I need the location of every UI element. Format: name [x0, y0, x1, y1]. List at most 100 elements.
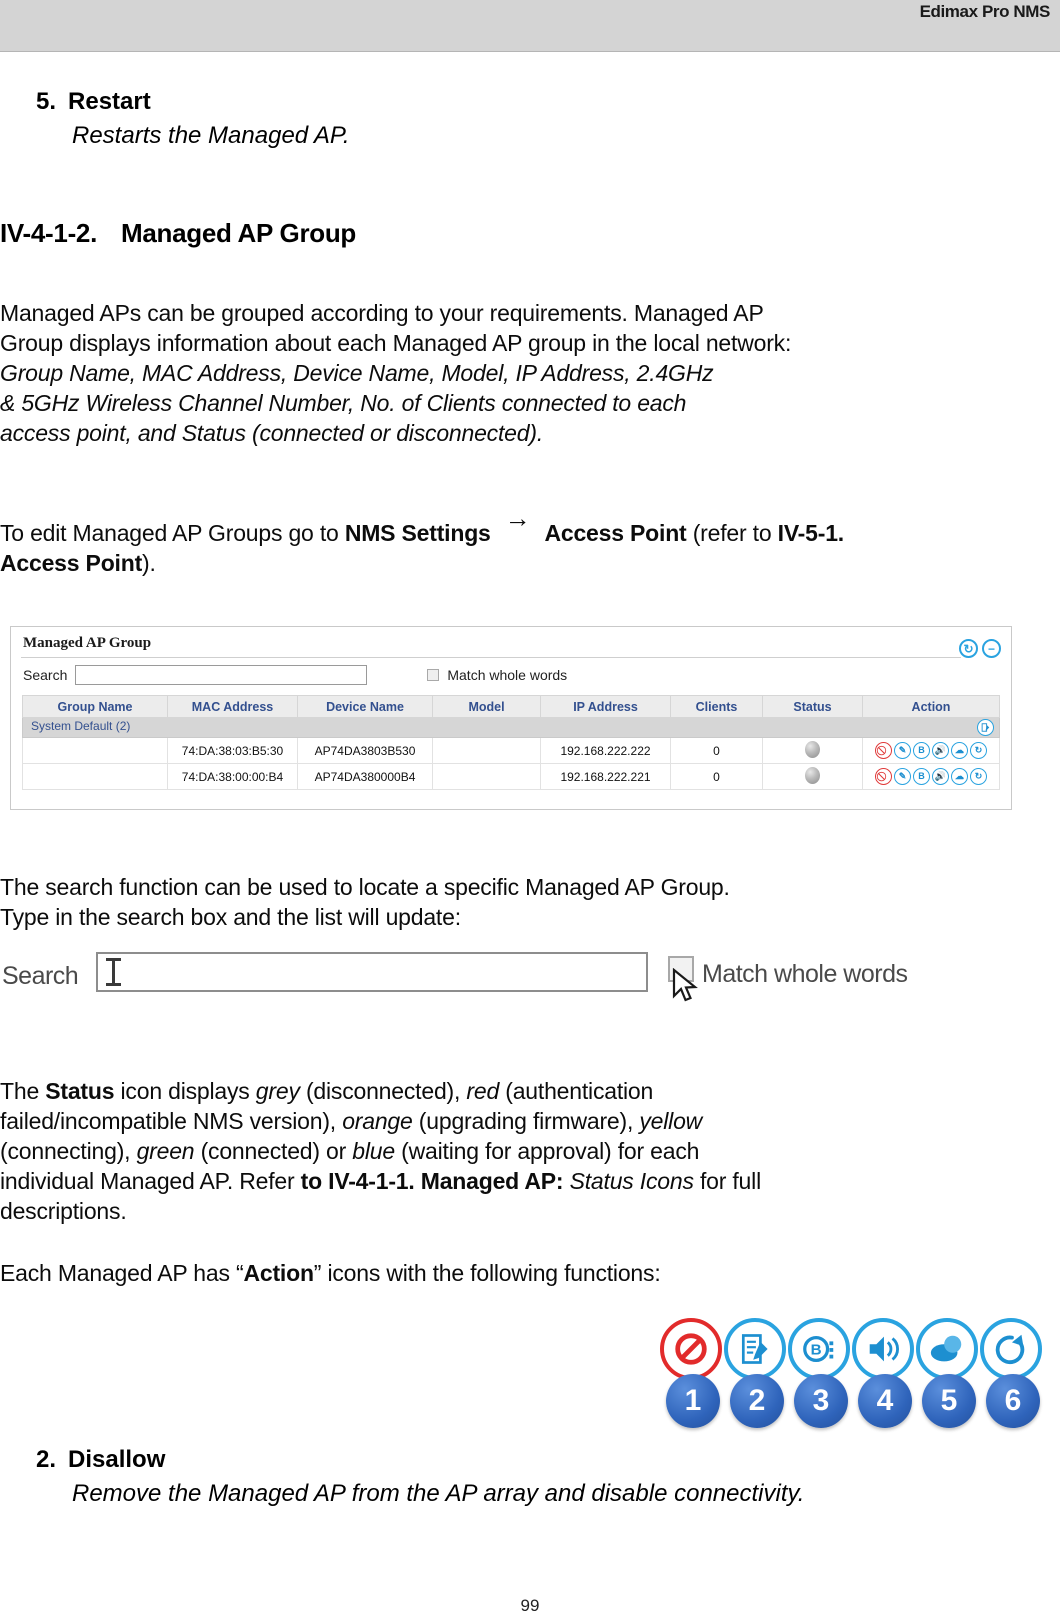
- status-text-5: failed/incompatible NMS version),: [0, 1108, 343, 1134]
- table-row[interactable]: 74:DA:38:00:00:B4 AP74DA380000B4 192.168…: [22, 763, 1000, 790]
- status-color-green: green: [136, 1138, 195, 1164]
- intro-paragraph: Managed APs can be grouped according to …: [0, 298, 1020, 448]
- restart-icon[interactable]: ↻: [970, 768, 987, 785]
- group-row-label: System Default (2): [31, 719, 131, 733]
- disallow-item: 2. Disallow Remove the Managed AP from t…: [36, 1446, 804, 1510]
- disallow-icon[interactable]: [660, 1318, 722, 1380]
- edit-note-prefix: To edit Managed AP Groups go to: [0, 520, 345, 546]
- intro-line-5: access point, and Status (connected or d…: [0, 420, 544, 446]
- status-text-9: (waiting for approval) for each: [394, 1138, 700, 1164]
- col-group-name[interactable]: Group Name: [22, 695, 168, 718]
- network-icon[interactable]: [916, 1318, 978, 1380]
- cell-ip-address[interactable]: 192.168.222.221: [540, 763, 671, 790]
- search-paragraph-line-2: Type in the search box and the list will…: [0, 904, 461, 930]
- search-paragraph: The search function can be used to locat…: [0, 872, 1040, 932]
- buzzer-icon[interactable]: 🔊: [932, 742, 949, 759]
- restart-icon[interactable]: [980, 1318, 1042, 1380]
- status-reference: to IV-4-1-1. Managed AP:: [300, 1168, 564, 1194]
- match-whole-words-label: Match whole words: [447, 667, 568, 683]
- panel-search-row: Search Match whole words: [23, 665, 567, 685]
- cell-clients: 0: [670, 737, 763, 764]
- restart-icon[interactable]: ↻: [970, 742, 987, 759]
- action-icon-group: ⃠ ✎ B 🔊 ☁ ↻: [863, 768, 999, 785]
- status-paragraph-line-5: descriptions.: [0, 1198, 127, 1224]
- status-indicator-grey-icon: [805, 766, 820, 784]
- status-paragraph: The Status icon displays grey (disconnec…: [0, 1076, 1040, 1226]
- col-clients[interactable]: Clients: [670, 695, 763, 718]
- col-ip-address[interactable]: IP Address: [540, 695, 671, 718]
- blink-led-icon[interactable]: B: [913, 768, 930, 785]
- action-icons-legend: B 1 2 3 4 5 6: [660, 1318, 1050, 1448]
- status-paragraph-line-2: failed/incompatible NMS version), orange…: [0, 1106, 1040, 1136]
- section-heading-title: Managed AP Group: [121, 218, 357, 248]
- edit-icon[interactable]: ✎: [894, 742, 911, 759]
- edit-note-paragraph: To edit Managed AP Groups go to NMS Sett…: [0, 503, 1040, 578]
- search-closeup-label: Search: [2, 962, 79, 990]
- action-number-badge: 6: [986, 1374, 1040, 1428]
- panel-toolbar: ↻ −: [959, 639, 1001, 658]
- edit-note-nms-settings: NMS Settings: [344, 520, 491, 546]
- intro-line-3: Group Name, MAC Address, Device Name, Mo…: [0, 360, 714, 386]
- restart-item-number: 5.: [36, 88, 57, 115]
- restart-item: 5. Restart Restarts the Managed AP.: [36, 88, 350, 152]
- group-row-cell: System Default (2): [22, 717, 1000, 738]
- edit-note-line-1: To edit Managed AP Groups go to NMS Sett…: [0, 503, 844, 546]
- status-reference-italic: Status Icons: [563, 1168, 694, 1194]
- group-row[interactable]: System Default (2): [22, 717, 1000, 738]
- buzzer-icon[interactable]: 🔊: [932, 768, 949, 785]
- col-mac-address[interactable]: MAC Address: [167, 695, 298, 718]
- col-action[interactable]: Action: [862, 695, 1000, 718]
- cell-mac-address: 74:DA:38:00:00:B4: [167, 763, 298, 790]
- restart-item-title: Restart: [68, 88, 151, 115]
- cell-actions: ⃠ ✎ B 🔊 ☁ ↻: [862, 737, 1000, 764]
- cell-mac-address: 74:DA:38:03:B5:30: [167, 737, 298, 764]
- status-color-blue: blue: [352, 1138, 395, 1164]
- blink-led-icon[interactable]: B: [913, 742, 930, 759]
- col-status[interactable]: Status: [762, 695, 863, 718]
- collapse-icon[interactable]: −: [982, 639, 1001, 658]
- disallow-item-number: 2.: [36, 1446, 57, 1473]
- restart-item-heading: 5. Restart: [36, 88, 350, 116]
- intro-line-2: Group displays information about each Ma…: [0, 330, 792, 356]
- refresh-icon[interactable]: ↻: [959, 639, 978, 658]
- action-number-badge: 5: [922, 1374, 976, 1428]
- svg-text:B: B: [811, 1342, 822, 1359]
- match-whole-words-checkbox[interactable]: [427, 669, 440, 681]
- network-icon[interactable]: ☁: [951, 742, 968, 759]
- status-color-grey: grey: [255, 1078, 300, 1104]
- status-indicator-grey-icon: [805, 740, 820, 758]
- buzzer-icon[interactable]: [852, 1318, 914, 1380]
- section-heading-number: IV-4-1-2.: [0, 218, 98, 248]
- action-icons-number-row: 1 2 3 4 5 6: [666, 1374, 1048, 1428]
- table-row[interactable]: 74:DA:38:03:B5:30 AP74DA3803B530 192.168…: [22, 737, 1000, 764]
- action-number-badge: 3: [794, 1374, 848, 1428]
- col-model[interactable]: Model: [432, 695, 541, 718]
- status-text-1: The: [0, 1078, 46, 1104]
- cell-device-name: AP74DA380000B4: [297, 763, 433, 790]
- action-number-badge: 2: [730, 1374, 784, 1428]
- disallow-icon[interactable]: ⃠: [875, 768, 892, 785]
- intro-line-4: & 5GHz Wireless Channel Number, No. of C…: [0, 390, 687, 416]
- cell-actions: ⃠ ✎ B 🔊 ☁ ↻: [862, 763, 1000, 790]
- action-icon-group: ⃠ ✎ B 🔊 ☁ ↻: [863, 742, 999, 759]
- disallow-icon[interactable]: ⃠: [875, 742, 892, 759]
- managed-ap-group-panel: Managed AP Group ↻ − Search Match whole …: [10, 626, 1012, 810]
- blink-led-icon[interactable]: B: [788, 1318, 850, 1380]
- search-closeup-input[interactable]: [96, 952, 648, 992]
- status-text-6: (upgrading firmware),: [412, 1108, 640, 1134]
- status-paragraph-line-1: The Status icon displays grey (disconnec…: [0, 1076, 1040, 1106]
- action-keyword: Action: [243, 1260, 314, 1286]
- edit-icon[interactable]: ✎: [894, 768, 911, 785]
- status-text-2: icon displays: [114, 1078, 256, 1104]
- status-text-10: individual Managed AP. Refer: [0, 1168, 301, 1194]
- status-keyword: Status: [45, 1078, 115, 1104]
- disallow-item-heading: 2. Disallow: [36, 1446, 804, 1474]
- network-icon[interactable]: ☁: [951, 768, 968, 785]
- group-edit-icon[interactable]: [977, 719, 994, 736]
- cell-ip-address[interactable]: 192.168.222.222: [540, 737, 671, 764]
- edit-icon[interactable]: [724, 1318, 786, 1380]
- status-color-yellow: yellow: [639, 1108, 703, 1134]
- col-device-name[interactable]: Device Name: [297, 695, 433, 718]
- search-input[interactable]: [75, 665, 368, 685]
- intro-line-1: Managed APs can be grouped according to …: [0, 300, 764, 326]
